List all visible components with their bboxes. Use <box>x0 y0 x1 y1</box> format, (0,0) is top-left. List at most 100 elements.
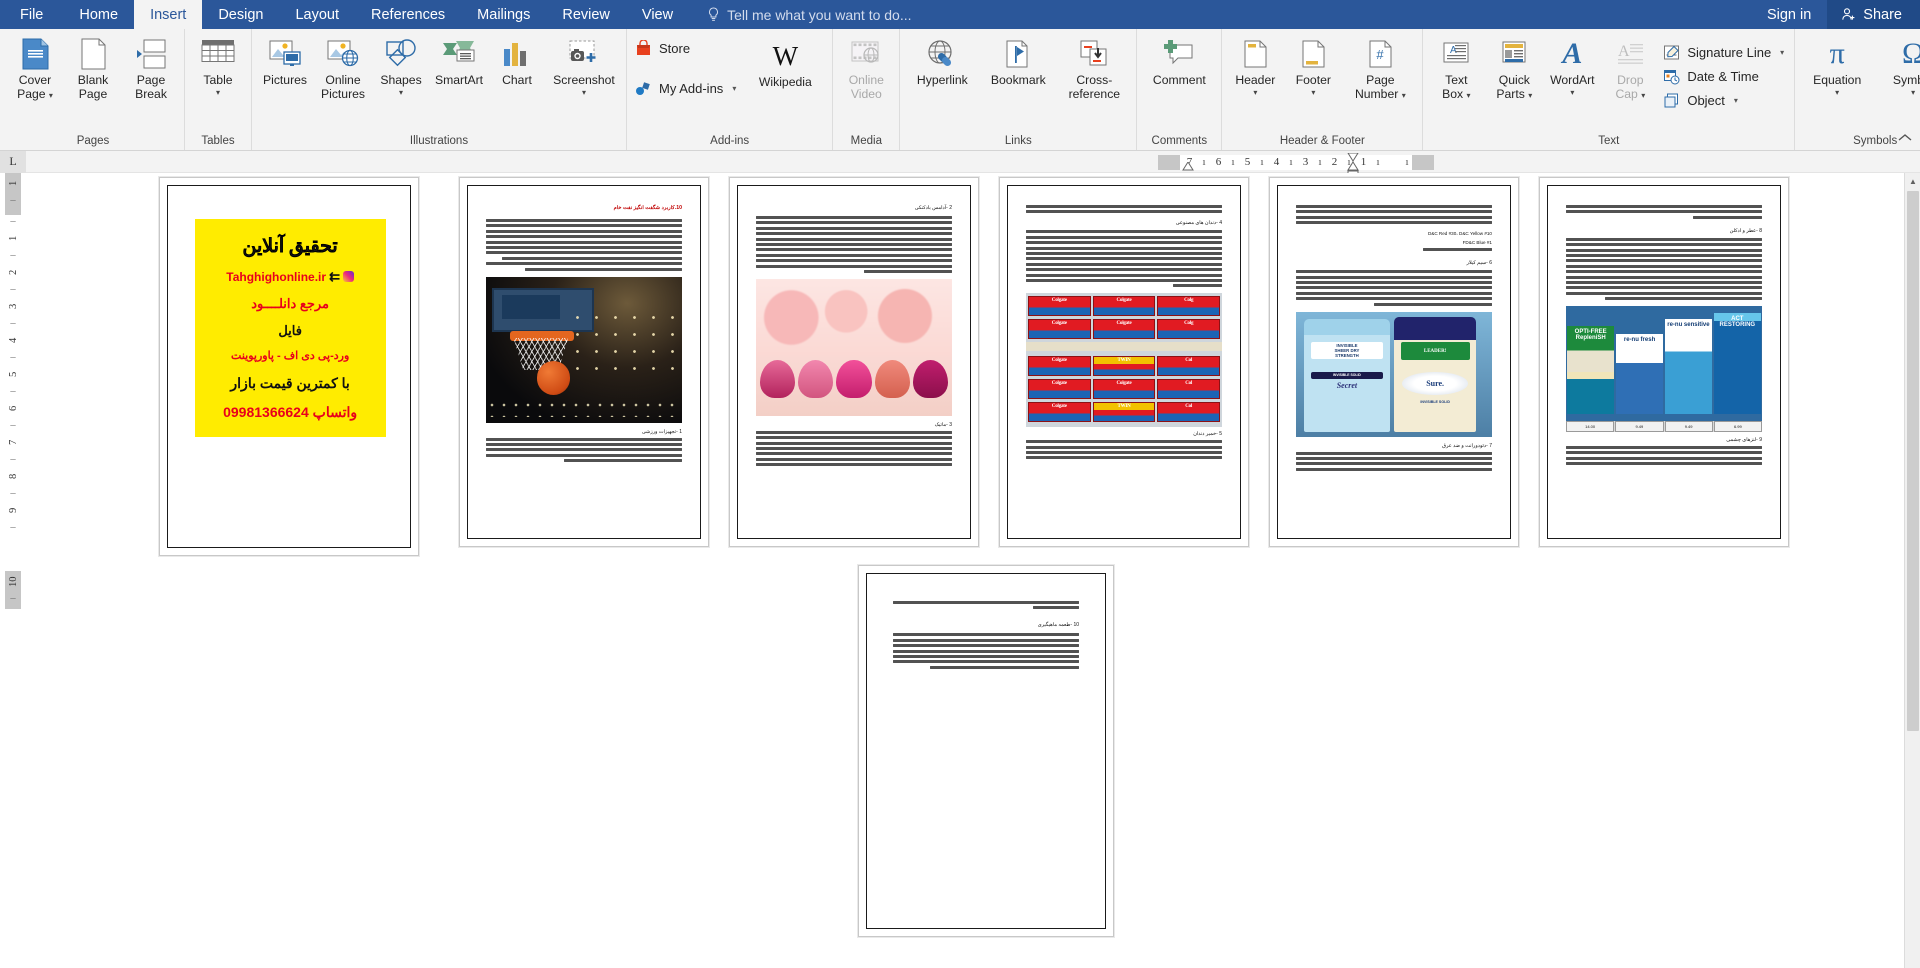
page-number-caret-icon[interactable]: ▾ <box>1402 91 1406 100</box>
colgate-twinpack-box: TWIN <box>1092 356 1156 377</box>
blank-page-button[interactable]: Blank Page <box>64 34 122 101</box>
wikipedia-button[interactable]: W Wikipedia <box>742 31 828 90</box>
secret-brand: Secret <box>1336 380 1358 390</box>
left-indent-marker[interactable] <box>1182 162 1194 171</box>
smartart-icon <box>442 37 476 71</box>
footer-button[interactable]: Footer ▾ <box>1284 34 1342 97</box>
vruler-tick: – <box>10 454 16 465</box>
instagram-icon <box>342 271 354 283</box>
symbol-button[interactable]: Ω Symbol ▾ <box>1875 34 1920 97</box>
symbol-caret-icon[interactable]: ▾ <box>1911 88 1915 97</box>
tab-review[interactable]: Review <box>546 0 626 29</box>
comment-button[interactable]: Comment <box>1141 34 1217 88</box>
text-box-caret-icon[interactable]: ▾ <box>1467 91 1471 100</box>
document-page-1[interactable]: تحقیق آنلاین Tahghighonline.ir ⇇ مرجع دا… <box>159 177 419 556</box>
tell-me-search[interactable]: Tell me what you want to do... <box>707 0 912 29</box>
document-page-4[interactable]: 4 -دندان های مصنوعی Colgate Colgate Colg <box>999 177 1249 547</box>
colgate-box: Colgate <box>1027 379 1091 400</box>
ingredient-red: D&C Yellow #10 <box>1459 231 1492 237</box>
flyer-whatsapp-label: واتساپ <box>312 403 358 420</box>
my-addins-icon <box>634 79 652 97</box>
symbol-omega-icon: Ω <box>1902 37 1920 70</box>
invisible-solid-label: INVISIBLE SOLID <box>1420 400 1450 405</box>
hyperlink-button[interactable]: Hyperlink <box>904 34 980 88</box>
header-caret-icon[interactable]: ▾ <box>1253 88 1257 97</box>
my-addins-button[interactable]: My Add-ins ▾ <box>631 77 742 99</box>
vruler-number: 1 <box>7 235 19 242</box>
tab-stop-selector[interactable]: L <box>0 150 26 173</box>
vruler-tick: – <box>10 488 16 499</box>
collapse-ribbon-button[interactable] <box>1898 132 1912 146</box>
online-pictures-button[interactable]: Online Pictures <box>314 34 372 101</box>
wordart-caret-icon[interactable]: ▾ <box>1570 88 1574 97</box>
wordart-button[interactable]: A WordArt ▾ <box>1543 34 1601 97</box>
object-caret-icon[interactable]: ▾ <box>1734 96 1738 105</box>
document-page-2[interactable]: 10.کاربرد شگفت انگیز نفت خام 1 -تجهیزات … <box>459 177 709 547</box>
smartart-button[interactable]: SmartArt <box>430 34 488 88</box>
drop-cap-caret-icon[interactable]: ▾ <box>1641 91 1645 100</box>
toothpaste-row: Colgate TWIN Col <box>1027 401 1221 422</box>
online-pictures-icon <box>327 37 359 71</box>
act-bottle: ACT RESTORING <box>1713 312 1761 415</box>
object-label: Object <box>1687 92 1725 108</box>
text-box-button[interactable]: A Text Box ▾ <box>1427 34 1485 101</box>
object-button[interactable]: Object ▾ <box>1659 89 1790 111</box>
vertical-ruler[interactable]: 1 – – 1 – 2 – 3 – 4 – 5 – 6 – 7 – 8 – 9 … <box>0 173 25 968</box>
pages-canvas[interactable]: تحقیق آنلاین Tahghighonline.ir ⇇ مرجع دا… <box>25 173 1920 968</box>
drop-cap-button[interactable]: A Drop Cap ▾ <box>1601 34 1659 101</box>
pictures-button[interactable]: Pictures <box>256 34 314 88</box>
equation-button[interactable]: π Equation ▾ <box>1799 34 1875 97</box>
screenshot-button[interactable]: Screenshot ▾ <box>546 34 622 97</box>
tab-view[interactable]: View <box>626 0 689 29</box>
table-caret-icon[interactable]: ▾ <box>216 88 220 97</box>
date-time-button[interactable]: Date & Time <box>1659 65 1790 87</box>
page-number-button[interactable]: # Page Number ▾ <box>1342 34 1418 101</box>
document-page-5[interactable]: D&C Red #30، D&C Yellow #10 FD&C Blue #1… <box>1269 177 1519 547</box>
tab-layout[interactable]: Layout <box>279 0 355 29</box>
page-break-button[interactable]: Page Break <box>122 34 180 101</box>
quick-parts-label: Quick Parts <box>1496 73 1530 101</box>
document-page-7[interactable]: 10 -طعمه ماهیگیری <box>858 565 1114 937</box>
equation-caret-icon[interactable]: ▾ <box>1835 88 1839 97</box>
table-button[interactable]: Table ▾ <box>189 34 247 97</box>
quick-parts-caret-icon[interactable]: ▾ <box>1528 91 1532 100</box>
bookmark-button[interactable]: Bookmark <box>980 34 1056 88</box>
footer-caret-icon[interactable]: ▾ <box>1311 88 1315 97</box>
share-button[interactable]: Share <box>1827 0 1920 29</box>
horizontal-ruler[interactable]: 7 ı 6 ı 5 ı 4 ı 3 ı 2 ı 1 ı ı <box>1158 153 1434 178</box>
vertical-scrollbar[interactable]: ▲ ▼ <box>1904 173 1920 968</box>
scrollbar-thumb[interactable] <box>1907 191 1919 731</box>
quick-parts-button[interactable]: Quick Parts ▾ <box>1485 34 1543 101</box>
tab-insert[interactable]: Insert <box>134 0 203 29</box>
tab-home[interactable]: Home <box>63 0 134 29</box>
page-4-content: 4 -دندان های مصنوعی Colgate Colgate Colg <box>1014 191 1234 533</box>
wikipedia-label: Wikipedia <box>758 75 812 89</box>
tab-references[interactable]: References <box>355 0 461 29</box>
tab-file[interactable]: File <box>0 0 63 29</box>
page-1-border: تحقیق آنلاین Tahghighonline.ir ⇇ مرجع دا… <box>167 185 411 548</box>
tab-design[interactable]: Design <box>202 0 279 29</box>
document-page-3[interactable]: 2 -آدامس بادکنکی 3 -ماتیک <box>729 177 979 547</box>
chart-button[interactable]: Chart <box>488 34 546 88</box>
vruler-number: 2 <box>7 269 19 276</box>
sure-brand: Sure. <box>1402 371 1469 395</box>
document-page-6[interactable]: 8 -عطر و ادکلن OPTI-FREE RepleniSH re-nu… <box>1539 177 1789 547</box>
my-addins-caret-icon[interactable]: ▾ <box>732 84 736 93</box>
ruler-tick: ı <box>1231 156 1235 168</box>
cover-page-button[interactable]: Cover Page ▾ <box>6 34 64 101</box>
header-button[interactable]: Header ▾ <box>1226 34 1284 97</box>
signature-line-button[interactable]: Signature Line ▾ <box>1659 41 1790 63</box>
shapes-caret-icon[interactable]: ▾ <box>399 88 403 97</box>
online-video-button[interactable]: Online Video <box>837 34 895 101</box>
cross-reference-button[interactable]: Cross- reference <box>1056 34 1132 101</box>
shapes-button[interactable]: Shapes ▾ <box>372 34 430 97</box>
opti-free-box: OPTI-FREE RepleniSH <box>1567 325 1615 415</box>
signature-line-caret-icon[interactable]: ▾ <box>1780 48 1784 57</box>
tab-mailings[interactable]: Mailings <box>461 0 546 29</box>
cover-page-caret-icon[interactable]: ▾ <box>49 91 53 100</box>
scroll-up-arrow-icon[interactable]: ▲ <box>1905 173 1920 189</box>
sign-in-button[interactable]: Sign in <box>1751 0 1827 29</box>
screenshot-caret-icon[interactable]: ▾ <box>582 88 586 97</box>
store-button[interactable]: Store <box>631 37 742 59</box>
shelf-price-tags: 14.00 9.49 9.49 6.99 <box>1566 420 1762 433</box>
